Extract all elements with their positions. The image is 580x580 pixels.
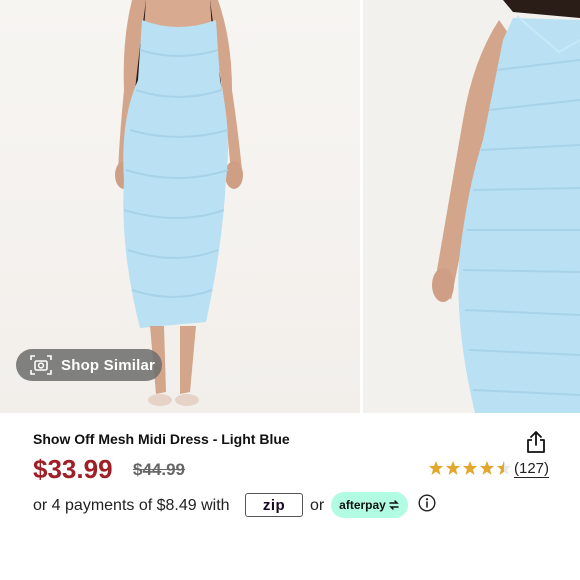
share-icon[interactable]: [525, 430, 547, 454]
or-text: or: [310, 497, 325, 514]
review-count-link[interactable]: (127): [514, 461, 550, 478]
star-full-icon: [463, 461, 477, 475]
star-full-icon: [446, 461, 460, 475]
installment-text: or 4 payments of $8.49 with: [33, 497, 230, 514]
zip-logo: zip: [262, 496, 286, 514]
afterpay-arrows-icon: [389, 500, 399, 510]
star-full-icon: [429, 461, 443, 475]
product-title: Show Off Mesh Midi Dress - Light Blue: [33, 431, 290, 447]
info-icon[interactable]: [418, 494, 436, 512]
camera-scan-icon: [30, 355, 52, 375]
shop-similar-button[interactable]: Shop Similar: [16, 349, 162, 381]
afterpay-button[interactable]: afterpay: [331, 492, 408, 518]
star-rating: [428, 460, 513, 476]
original-price: $44.99: [133, 460, 185, 479]
star-half-icon: [497, 461, 511, 475]
sale-price: $33.99: [33, 454, 113, 484]
afterpay-label: afterpay: [339, 498, 386, 512]
zip-pay-button[interactable]: zip: [245, 493, 303, 517]
product-image-gallery[interactable]: Shop Similar: [0, 0, 580, 413]
shop-similar-label: Shop Similar: [61, 356, 156, 374]
model-side-illustration: [432, 0, 580, 413]
star-full-icon: [480, 461, 494, 475]
product-photo-side[interactable]: [363, 0, 580, 413]
